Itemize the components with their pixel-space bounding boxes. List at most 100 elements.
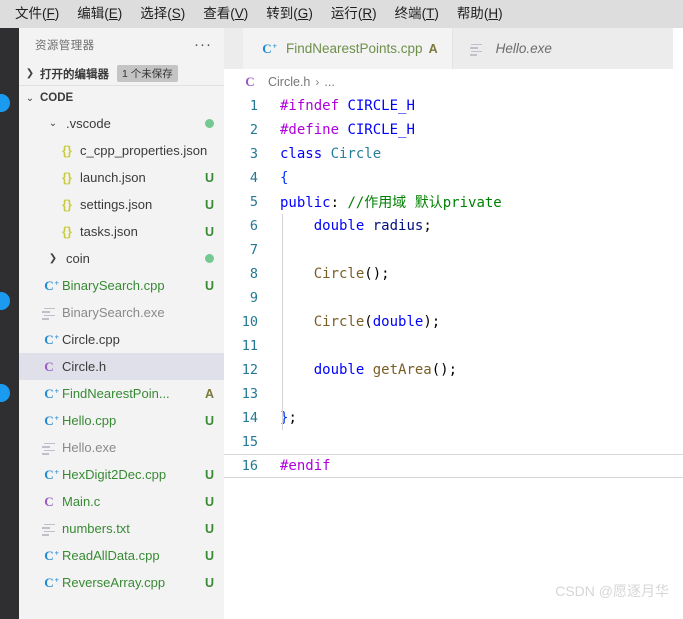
code-line-2[interactable]: 2 #define CIRCLE_H: [224, 118, 683, 142]
line-content: double getArea();: [268, 362, 457, 378]
code-line-4[interactable]: 4{: [224, 166, 683, 190]
explorer-icon[interactable]: [0, 94, 10, 112]
tree-item-hexdigit2dec-cpp[interactable]: C + HexDigit2Dec.cpp U: [19, 461, 224, 488]
line-number: 3: [249, 146, 258, 162]
ellipsis-icon[interactable]: ···: [194, 37, 212, 52]
menu-item-file[interactable]: 文件(F): [6, 3, 68, 25]
explorer-title: 资源管理器: [35, 40, 95, 52]
tree-item--vscode[interactable]: ⌄ .vscode: [19, 110, 224, 137]
tree-item-reversearray-cpp[interactable]: C + ReverseArray.cpp U: [19, 569, 224, 596]
breadcrumb-file[interactable]: Circle.h: [268, 75, 310, 89]
tab-badge-0: A: [428, 41, 438, 56]
line-number: 9: [249, 290, 258, 306]
code-line-12[interactable]: 12 double getArea();: [224, 358, 683, 382]
line-content: double radius;: [268, 218, 432, 234]
git-status-badge: U: [204, 521, 214, 536]
code-line-1[interactable]: 1 #ifndef CIRCLE_H: [224, 94, 683, 118]
tree-item-binarysearch-cpp[interactable]: C + BinarySearch.cpp U: [19, 272, 224, 299]
code-line-10[interactable]: 10 Circle(double);: [224, 310, 683, 334]
menu-mnemonic-file: F: [46, 6, 55, 21]
code-token: ;: [288, 410, 297, 426]
tree-item-main-c[interactable]: C Main.c U: [19, 488, 224, 515]
tree-item-settings-json[interactable]: {} settings.json U: [19, 191, 224, 218]
source-control-icon[interactable]: [0, 292, 10, 310]
menu-item-selection[interactable]: 选择(S): [131, 3, 194, 25]
tree-item-numbers-txt[interactable]: numbers.txt U: [19, 515, 224, 542]
code-line-15[interactable]: 15: [224, 430, 683, 454]
menu-item-help[interactable]: 帮助(H): [448, 3, 512, 25]
menu-item-terminal[interactable]: 终端(T): [386, 3, 448, 25]
tab-findnearestpoints-cpp[interactable]: C + FindNearestPoints.cpp A: [243, 28, 453, 69]
code-token: double: [313, 362, 373, 378]
tree-item-findnearestpoin-[interactable]: C + FindNearestPoin... A: [19, 380, 224, 407]
tree-item-hello-cpp[interactable]: C + Hello.cpp U: [19, 407, 224, 434]
text-lines-icon: [39, 306, 59, 320]
code-editor[interactable]: 1 #ifndef CIRCLE_H 2 #define CIRCLE_H 3 class…: [224, 94, 683, 619]
git-status-badge: A: [204, 386, 214, 401]
tree-item-binarysearch-exe[interactable]: BinarySearch.exe: [19, 299, 224, 326]
tree-item-label: HexDigit2Dec.cpp: [62, 467, 167, 482]
git-status-badge: U: [204, 170, 214, 185]
breadcrumb-symbol[interactable]: ...: [324, 75, 334, 89]
menu-item-go[interactable]: 转到(G): [257, 3, 322, 25]
menu-mnemonic-run: R: [362, 6, 373, 21]
menu-item-view[interactable]: 查看(V): [194, 3, 257, 25]
code-token: {: [280, 170, 289, 186]
text-lines-icon: [39, 441, 59, 455]
tree-item-circle-h[interactable]: C Circle.h: [19, 353, 224, 380]
watermark: CSDN @愿逐月华: [555, 583, 669, 599]
menu-item-edit[interactable]: 编辑(E): [68, 3, 131, 25]
line-content: #define CIRCLE_H: [268, 122, 415, 138]
code-line-8[interactable]: 8 Circle();: [224, 262, 683, 286]
code-token: );: [423, 314, 441, 330]
tree-item-c-cpp-properties-json[interactable]: {} c_cpp_properties.json: [19, 137, 224, 164]
line-number: 2: [249, 122, 258, 138]
tree-item-label: settings.json: [80, 197, 153, 212]
menu-mnemonic-help: H: [488, 6, 499, 21]
line-number: 12: [241, 362, 258, 378]
tab-hello-exe[interactable]: Hello.exe: [452, 28, 566, 69]
git-status-badge: U: [204, 575, 214, 590]
menu-bar: 文件(F) 编辑(E) 选择(S) 查看(V) 转到(G) 运行(R) 终端(T…: [0, 0, 683, 28]
code-token: Circle: [313, 314, 365, 330]
tree-item-label: Main.c: [62, 494, 101, 509]
code-line-9[interactable]: 9: [224, 286, 683, 310]
tree-item-tasks-json[interactable]: {} tasks.json U: [19, 218, 224, 245]
code-line-14[interactable]: 14};: [224, 406, 683, 430]
tree-item-launch-json[interactable]: {} launch.json U: [19, 164, 224, 191]
code-line-13[interactable]: 13: [224, 382, 683, 406]
code-line-7[interactable]: 7: [224, 238, 683, 262]
menu-item-run[interactable]: 运行(R): [322, 3, 386, 25]
code-token: ();: [431, 362, 458, 378]
code-line-16[interactable]: 16 #endif: [224, 454, 683, 478]
tree-item-hello-exe[interactable]: Hello.exe: [19, 434, 224, 461]
code-token: (: [364, 314, 373, 330]
tree-item-label: tasks.json: [80, 224, 138, 239]
tree-item-readalldata-cpp[interactable]: C + ReadAllData.cpp U: [19, 542, 224, 569]
cpp-file-icon: C +: [44, 385, 59, 401]
chevron-down-icon: ⌄: [48, 117, 58, 129]
git-status-badge: U: [204, 548, 214, 563]
open-editors-header[interactable]: ❯ 打开的编辑器 1 个未保存: [19, 62, 224, 86]
code-line-6[interactable]: 6 double radius;: [224, 214, 683, 238]
breadcrumb: C Circle.h › ...: [224, 69, 683, 94]
json-icon: {}: [62, 170, 72, 185]
tree-item-circle-cpp[interactable]: C + Circle.cpp: [19, 326, 224, 353]
tree-item-coin[interactable]: ❯ coin: [19, 245, 224, 272]
line-number: 14: [241, 410, 258, 426]
menu-label-edit: 编辑: [77, 6, 105, 21]
code-line-5[interactable]: 5 public: //作用域 默认private: [224, 190, 683, 214]
tab-label-1: Hello.exe: [495, 41, 552, 56]
editor-tab-bar: C + FindNearestPoints.cpp A Hello.exe: [224, 28, 673, 69]
code-line-11[interactable]: 11: [224, 334, 683, 358]
menu-mnemonic-terminal: T: [426, 6, 435, 21]
workspace-header[interactable]: ⌄ CODE: [19, 86, 224, 110]
menu-label-file: 文件: [15, 6, 42, 21]
git-status-badge: U: [204, 278, 214, 293]
run-debug-icon[interactable]: [0, 384, 10, 402]
code-line-3[interactable]: 3 class Circle: [224, 142, 683, 166]
code-token: ();: [364, 266, 390, 282]
code-token: double: [372, 314, 424, 330]
tree-item-label: Circle.cpp: [62, 332, 120, 347]
